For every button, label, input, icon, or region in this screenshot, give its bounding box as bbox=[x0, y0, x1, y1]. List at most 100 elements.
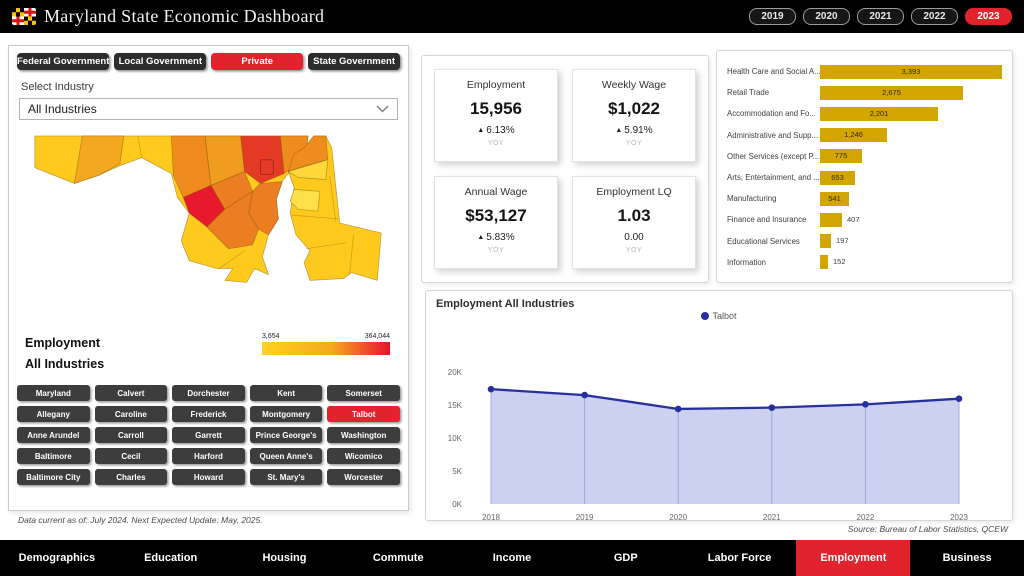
kpi-period: YOY bbox=[435, 140, 557, 147]
bar-track: 1,246 bbox=[820, 128, 1004, 142]
x-axis-tick: 2022 bbox=[857, 513, 875, 522]
county-button-washington[interactable]: Washington bbox=[327, 427, 400, 443]
county-button-talbot[interactable]: Talbot bbox=[327, 406, 400, 422]
nav-item-demographics[interactable]: Demographics bbox=[0, 540, 114, 576]
bar-category-label: Health Care and Social A... bbox=[723, 67, 820, 76]
map-metric-subtitle: All Industries bbox=[25, 354, 104, 375]
ownership-button-federal-government[interactable]: Federal Government bbox=[17, 53, 109, 70]
county-button-calvert[interactable]: Calvert bbox=[95, 385, 168, 401]
kpi-value: $53,127 bbox=[435, 206, 557, 226]
industry-select-label: Select Industry bbox=[21, 81, 398, 93]
data-point-marker[interactable] bbox=[769, 404, 776, 411]
county-button-maryland[interactable]: Maryland bbox=[17, 385, 90, 401]
nav-item-housing[interactable]: Housing bbox=[228, 540, 342, 576]
county-button-carroll[interactable]: Carroll bbox=[95, 427, 168, 443]
county-button-montgomery[interactable]: Montgomery bbox=[250, 406, 323, 422]
nav-item-business[interactable]: Business bbox=[910, 540, 1024, 576]
kpi-change: ▲5.83% bbox=[435, 232, 557, 243]
legend-max-value: 364,044 bbox=[365, 333, 390, 340]
county-button-cecil[interactable]: Cecil bbox=[95, 448, 168, 464]
legend-dot-icon bbox=[701, 312, 709, 320]
bar-row: Manufacturing541 bbox=[723, 188, 1004, 209]
kpi-change: 0.00 bbox=[573, 232, 695, 243]
x-axis-tick: 2020 bbox=[669, 513, 687, 522]
county-button-frederick[interactable]: Frederick bbox=[172, 406, 245, 422]
bar[interactable] bbox=[820, 234, 831, 248]
county-button-harford[interactable]: Harford bbox=[172, 448, 245, 464]
year-button-2019[interactable]: 2019 bbox=[749, 8, 796, 25]
y-axis-tick: 20K bbox=[448, 368, 463, 377]
maryland-choropleth-map[interactable] bbox=[15, 125, 402, 331]
kpi-change: ▲6.13% bbox=[435, 125, 557, 136]
bar-value-label: 2,201 bbox=[820, 107, 938, 121]
chevron-down-icon bbox=[376, 105, 389, 113]
bar-category-label: Finance and Insurance bbox=[723, 215, 820, 224]
year-button-2023[interactable]: 2023 bbox=[965, 8, 1012, 25]
county-button-baltimore[interactable]: Baltimore bbox=[17, 448, 90, 464]
kpi-title: Employment LQ bbox=[573, 186, 695, 198]
dashboard: Maryland State Economic Dashboard 201920… bbox=[0, 0, 1024, 576]
county-button-anne-arundel[interactable]: Anne Arundel bbox=[17, 427, 90, 443]
data-currency-note: Data current as of: July 2024. Next Expe… bbox=[18, 515, 263, 525]
x-axis-tick: 2018 bbox=[482, 513, 500, 522]
county-button-worcester[interactable]: Worcester bbox=[327, 469, 400, 485]
nav-item-commute[interactable]: Commute bbox=[341, 540, 455, 576]
county-button-allegany[interactable]: Allegany bbox=[17, 406, 90, 422]
bar-row: Accommodation and Fo...2,201 bbox=[723, 103, 1004, 124]
data-point-marker[interactable] bbox=[581, 392, 588, 399]
data-point-marker[interactable] bbox=[956, 395, 963, 402]
nav-item-gdp[interactable]: GDP bbox=[569, 540, 683, 576]
industry-dropdown[interactable]: All Industries bbox=[19, 98, 398, 120]
year-button-2021[interactable]: 2021 bbox=[857, 8, 904, 25]
employment-trend-chart[interactable]: 0K5K10K15K20K201820192020202120222023 bbox=[436, 336, 1001, 526]
nav-item-labor-force[interactable]: Labor Force bbox=[683, 540, 797, 576]
y-axis-tick: 15K bbox=[448, 401, 463, 410]
county-button-baltimore-city[interactable]: Baltimore City bbox=[17, 469, 90, 485]
bar-row: Health Care and Social A...3,393 bbox=[723, 61, 1004, 82]
bar-track: 407 bbox=[820, 213, 1004, 227]
source-note: Source: Bureau of Labor Statistics, QCEW bbox=[848, 524, 1008, 534]
county-button-caroline[interactable]: Caroline bbox=[95, 406, 168, 422]
kpi-card-employment: Employment15,956▲6.13%YOY bbox=[434, 69, 558, 162]
county-button-dorchester[interactable]: Dorchester bbox=[172, 385, 245, 401]
bar-category-label: Manufacturing bbox=[723, 194, 820, 203]
ownership-button-private[interactable]: Private bbox=[211, 53, 303, 70]
year-button-2022[interactable]: 2022 bbox=[911, 8, 958, 25]
county-button-prince-george-s[interactable]: Prince George's bbox=[250, 427, 323, 443]
county-button-st-mary-s[interactable]: St. Mary's bbox=[250, 469, 323, 485]
bar-category-label: Arts, Entertainment, and ... bbox=[723, 173, 820, 182]
bar-track: 152 bbox=[820, 255, 1004, 269]
ownership-button-state-government[interactable]: State Government bbox=[308, 53, 400, 70]
bar[interactable] bbox=[820, 255, 828, 269]
data-point-marker[interactable] bbox=[675, 406, 682, 413]
county-button-howard[interactable]: Howard bbox=[172, 469, 245, 485]
filter-map-panel: Federal Government Local Government Privat… bbox=[8, 45, 409, 511]
x-axis-tick: 2021 bbox=[763, 513, 781, 522]
bar-track: 775 bbox=[820, 149, 1004, 163]
bar[interactable] bbox=[820, 213, 842, 227]
county-button-charles[interactable]: Charles bbox=[95, 469, 168, 485]
area-fill bbox=[491, 389, 959, 504]
industry-bar-chart: Health Care and Social A...3,393Retail T… bbox=[716, 50, 1013, 283]
kpi-panel: Employment15,956▲6.13%YOYWeekly Wage$1,0… bbox=[421, 55, 709, 283]
bar-track: 2,201 bbox=[820, 107, 1004, 121]
kpi-period: YOY bbox=[573, 140, 695, 147]
county-button-garrett[interactable]: Garrett bbox=[172, 427, 245, 443]
nav-item-income[interactable]: Income bbox=[455, 540, 569, 576]
county-button-queen-anne-s[interactable]: Queen Anne's bbox=[250, 448, 323, 464]
nav-item-employment[interactable]: Employment bbox=[796, 540, 910, 576]
data-point-marker[interactable] bbox=[488, 386, 495, 393]
data-point-marker[interactable] bbox=[862, 401, 869, 408]
year-slicer: 2019 2020 2021 2022 2023 bbox=[749, 8, 1012, 25]
county-button-kent[interactable]: Kent bbox=[250, 385, 323, 401]
kpi-value: 15,956 bbox=[435, 99, 557, 119]
bar-track: 653 bbox=[820, 171, 1004, 185]
year-button-2020[interactable]: 2020 bbox=[803, 8, 850, 25]
bar-row: Information152 bbox=[723, 252, 1004, 273]
ownership-button-local-government[interactable]: Local Government bbox=[114, 53, 206, 70]
nav-item-education[interactable]: Education bbox=[114, 540, 228, 576]
county-button-somerset[interactable]: Somerset bbox=[327, 385, 400, 401]
county-button-wicomico[interactable]: Wicomico bbox=[327, 448, 400, 464]
bar-value-label: 152 bbox=[833, 255, 846, 269]
legend-series-label: Talbot bbox=[712, 311, 736, 321]
